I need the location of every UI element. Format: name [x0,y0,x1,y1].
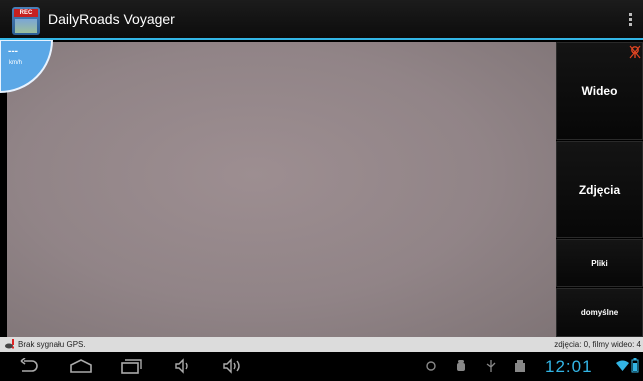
video-button-label: Wideo [581,84,618,98]
files-button[interactable]: Pliki [556,239,643,287]
android-debug-icon [457,360,465,371]
battery-icon [631,358,639,373]
gps-status-text: Brak sygnału GPS. [18,340,86,349]
media-counts-text: zdjęcia: 0, filmy wideo: 4 [554,340,641,349]
app-logo-icon[interactable]: REC [12,7,40,35]
storage-notification-icon [515,360,525,372]
defaults-button-label: domyślne [580,308,619,317]
home-icon[interactable] [68,358,94,374]
camera-preview [7,42,556,337]
gps-disabled-icon [629,45,641,59]
back-icon[interactable] [18,358,40,374]
overflow-menu-icon[interactable] [629,13,633,28]
defaults-button[interactable]: domyślne [556,288,643,337]
recent-apps-icon[interactable] [120,358,144,374]
status-bar: Brak sygnału GPS. zdjęcia: 0, filmy wide… [0,337,643,352]
usb-icon [486,360,496,372]
app-title: DailyRoads Voyager [48,11,175,27]
speed-unit: km/h [9,60,23,66]
brightness-icon [426,361,436,371]
system-clock: 12:01 [545,357,593,376]
speed-value: --- [8,46,18,57]
volume-up-icon[interactable] [222,358,244,374]
photos-button[interactable]: Zdjęcia [556,141,643,238]
photos-button-label: Zdjęcia [578,182,621,197]
volume-down-icon[interactable] [174,358,192,374]
satellite-warning-icon [5,339,14,349]
wifi-icon [616,360,629,371]
action-bar: REC DailyRoads Voyager [0,0,643,40]
files-button-label: Pliki [591,258,608,268]
rec-badge: REC [14,9,38,17]
